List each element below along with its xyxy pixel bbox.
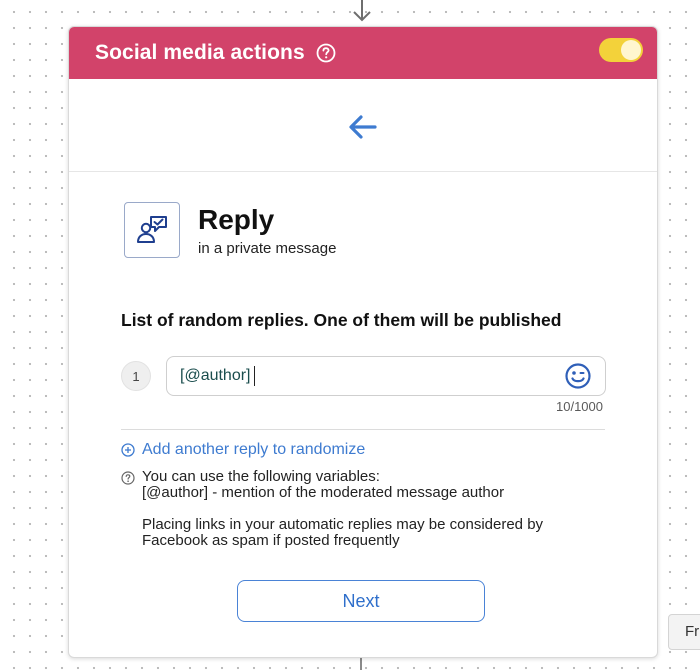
- info-line-variables: You can use the following variables:: [142, 468, 380, 485]
- info-line-spam-warning-cont: Facebook as spam if posted frequently: [142, 532, 400, 549]
- replies-section-title: List of random replies. One of them will…: [121, 310, 562, 330]
- action-text: Reply in a private message: [198, 204, 336, 257]
- action-subtitle: in a private message: [198, 240, 337, 257]
- card-title: Social media actions: [95, 41, 305, 64]
- card-header: Social media actions: [69, 27, 657, 79]
- side-node-chip[interactable]: Fr: [668, 614, 700, 650]
- plus-circle-icon: [121, 443, 135, 457]
- toggle-knob: [621, 40, 641, 60]
- add-reply-label[interactable]: Add another reply to randomize: [142, 441, 365, 459]
- variables-info: You can use the following variables: [@a…: [121, 469, 543, 549]
- character-counter: 10/1000: [556, 399, 603, 414]
- social-media-actions-card: Social media actions Reply in a private …: [68, 26, 658, 658]
- reply-input-value[interactable]: [@author]: [180, 367, 251, 385]
- navigation-area: [69, 79, 657, 172]
- enable-toggle[interactable]: [599, 38, 643, 62]
- action-title: Reply: [198, 204, 275, 235]
- flow-connector-line: [360, 657, 362, 670]
- add-reply-link[interactable]: Add another reply to randomize: [121, 441, 365, 459]
- info-line-author-variable: [@author] - mention of the moderated mes…: [142, 484, 505, 501]
- next-button[interactable]: Next: [237, 580, 485, 622]
- text-caret: [253, 366, 255, 386]
- action-icon-box: [124, 202, 180, 258]
- info-text: You can use the following variables: [@a…: [142, 469, 543, 549]
- reply-text-input[interactable]: [@author]: [166, 356, 606, 396]
- arrow-left-icon[interactable]: [347, 113, 379, 141]
- divider: [121, 429, 605, 430]
- reply-row: 1 [@author]: [121, 356, 606, 396]
- question-circle-icon: [121, 471, 135, 485]
- info-line-spam-warning: Placing links in your automatic replies …: [142, 516, 544, 533]
- action-summary: Reply in a private message: [124, 202, 336, 258]
- flow-connector-arrow-icon: [353, 0, 371, 22]
- person-chat-icon: [137, 216, 167, 243]
- emoji-picker-icon[interactable]: [564, 362, 592, 390]
- help-circle-icon[interactable]: [316, 43, 336, 63]
- reply-number-badge: 1: [121, 361, 151, 391]
